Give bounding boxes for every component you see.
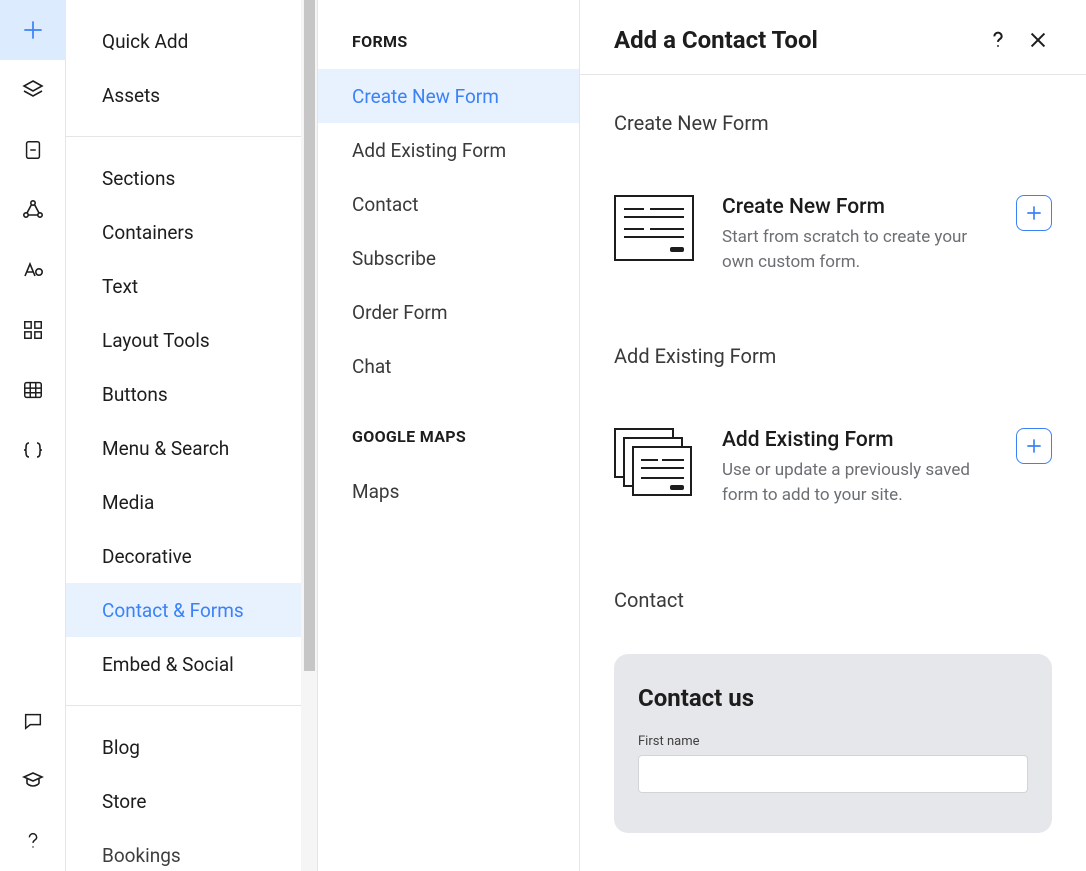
card-add-existing-form: Add Existing Form Use or update a previo…: [614, 428, 1052, 507]
category-buttons[interactable]: Buttons: [66, 367, 317, 421]
rail-data[interactable]: [0, 360, 66, 420]
section-title-existing: Add Existing Form: [614, 344, 1052, 368]
contact-preview-label: First name: [638, 734, 1028, 749]
card-desc: Start from scratch to create your own cu…: [722, 225, 988, 274]
sub-create-new-form[interactable]: Create New Form: [318, 69, 579, 123]
category-embed-social[interactable]: Embed & Social: [66, 637, 317, 691]
sub-contact[interactable]: Contact: [318, 177, 579, 231]
plus-icon: [20, 17, 46, 43]
rail-code[interactable]: [0, 420, 66, 480]
icon-rail: [0, 0, 66, 871]
category-assets[interactable]: Assets: [66, 68, 317, 122]
rail-add[interactable]: [0, 0, 66, 60]
close-icon: [1027, 29, 1049, 51]
category-containers[interactable]: Containers: [66, 205, 317, 259]
category-text[interactable]: Text: [66, 259, 317, 313]
category-store[interactable]: Store: [66, 774, 317, 828]
help-button[interactable]: [984, 26, 1012, 54]
card-title: Add Existing Form: [722, 428, 988, 452]
share-icon: [21, 198, 45, 222]
card-title: Create New Form: [722, 195, 988, 219]
category-quick-add[interactable]: Quick Add: [66, 14, 317, 68]
rail-help[interactable]: [0, 811, 66, 871]
contact-form-preview[interactable]: Contact us First name: [614, 654, 1052, 833]
rail-pages[interactable]: [0, 120, 66, 180]
code-icon: [21, 438, 45, 462]
category-panel: Quick Add Assets Sections Containers Tex…: [66, 0, 318, 871]
typography-icon: [21, 258, 45, 282]
section-title-contact: Contact: [614, 588, 1052, 612]
rail-chat[interactable]: [0, 691, 66, 751]
contact-preview-field: [638, 755, 1028, 793]
category-sections[interactable]: Sections: [66, 151, 317, 205]
plus-icon: [1024, 203, 1044, 223]
section-title-create: Create New Form: [614, 111, 1052, 135]
scrollbar[interactable]: [301, 0, 317, 871]
chat-icon: [22, 710, 44, 732]
card-create-new-form: Create New Form Start from scratch to cr…: [614, 195, 1052, 274]
category-blog[interactable]: Blog: [66, 720, 317, 774]
form-thumbnail-icon: [614, 195, 694, 261]
rail-apps[interactable]: [0, 300, 66, 360]
add-create-new-form-button[interactable]: [1016, 195, 1052, 231]
question-icon: [987, 29, 1009, 51]
page-icon: [22, 139, 44, 161]
contact-preview-heading: Contact us: [638, 684, 1028, 712]
sub-heading-google-maps: GOOGLE MAPS: [318, 393, 579, 464]
learn-icon: [21, 769, 45, 793]
sub-chat[interactable]: Chat: [318, 339, 579, 393]
panel-title: Add a Contact Tool: [614, 26, 972, 54]
detail-header: Add a Contact Tool: [580, 0, 1086, 75]
table-icon: [22, 379, 44, 401]
existing-form-thumbnail-icon: [614, 428, 694, 494]
sub-maps[interactable]: Maps: [318, 464, 579, 518]
category-contact-forms[interactable]: Contact & Forms: [66, 583, 317, 637]
category-decorative[interactable]: Decorative: [66, 529, 317, 583]
question-icon: [22, 830, 44, 852]
subcategory-panel: FORMS Create New Form Add Existing Form …: [318, 0, 580, 871]
close-button[interactable]: [1024, 26, 1052, 54]
sub-heading-forms: FORMS: [318, 32, 579, 69]
category-layout-tools[interactable]: Layout Tools: [66, 313, 317, 367]
add-existing-form-button[interactable]: [1016, 428, 1052, 464]
rail-share[interactable]: [0, 180, 66, 240]
category-media[interactable]: Media: [66, 475, 317, 529]
rail-typography[interactable]: [0, 240, 66, 300]
category-bookings[interactable]: Bookings: [66, 828, 317, 871]
plus-icon: [1024, 436, 1044, 456]
sub-order-form[interactable]: Order Form: [318, 285, 579, 339]
rail-layers[interactable]: [0, 60, 66, 120]
card-desc: Use or update a previously saved form to…: [722, 458, 988, 507]
rail-learn[interactable]: [0, 751, 66, 811]
sub-subscribe[interactable]: Subscribe: [318, 231, 579, 285]
layers-icon: [21, 78, 45, 102]
category-menu-search[interactable]: Menu & Search: [66, 421, 317, 475]
sub-add-existing-form[interactable]: Add Existing Form: [318, 123, 579, 177]
scrollbar-thumb[interactable]: [304, 0, 315, 671]
apps-icon: [22, 319, 44, 341]
detail-panel: Add a Contact Tool Create New Form: [580, 0, 1086, 871]
